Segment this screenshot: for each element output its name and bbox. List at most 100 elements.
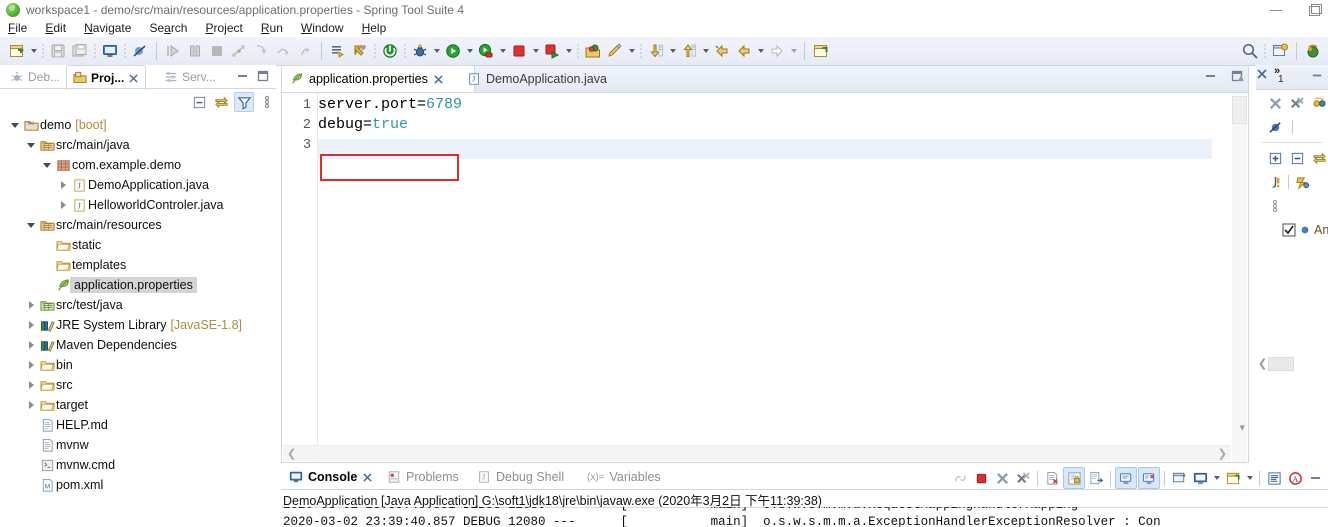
minimize-view-icon[interactable] xyxy=(1311,69,1324,82)
ansi-console-icon[interactable]: A xyxy=(1285,468,1305,488)
show-console-on-output-icon[interactable] xyxy=(1115,467,1137,489)
back-dropdown-arrow[interactable] xyxy=(755,40,766,62)
tree-item-helloworldcontroler-java[interactable]: J HelloworldControler.java xyxy=(0,195,276,215)
step-over-icon[interactable] xyxy=(272,40,294,62)
open-console-icon[interactable] xyxy=(1223,468,1243,488)
scroll-down-arrow-icon[interactable]: ▾ xyxy=(1239,421,1245,434)
back-icon[interactable] xyxy=(711,40,733,62)
chevron-down-icon[interactable] xyxy=(40,155,54,175)
next-annotation-dropdown-arrow[interactable] xyxy=(667,40,678,62)
perspective-java-icon[interactable] xyxy=(1302,40,1324,62)
tree-item-pom-xml[interactable]: M pom.xml xyxy=(0,475,276,495)
link-with-editor-icon[interactable] xyxy=(212,93,230,111)
close-icon[interactable] xyxy=(128,73,139,84)
project-tree[interactable]: MJ demo [boot] src/main/java com.example… xyxy=(0,115,276,525)
chevron-right-icon[interactable] xyxy=(56,175,70,195)
tab-servers[interactable]: Serv... xyxy=(158,65,222,89)
new-wizard-icon[interactable] xyxy=(6,40,28,62)
new-java-project-icon[interactable] xyxy=(810,40,832,62)
scroll-left-arrow-icon[interactable]: ❮ xyxy=(287,447,296,460)
step-return-icon[interactable] xyxy=(294,40,316,62)
previous-annotation-icon[interactable] xyxy=(678,40,700,62)
minimize-console-icon[interactable] xyxy=(1306,468,1326,488)
menu-file[interactable]: File xyxy=(8,21,27,35)
editor-code-area[interactable]: server.port=6789 debug=true xyxy=(318,93,1212,462)
tree-item-src[interactable]: src xyxy=(0,375,276,395)
run-last-tool-icon[interactable] xyxy=(327,40,349,62)
suspend-icon[interactable] xyxy=(184,40,206,62)
tab-problems[interactable]: Problems xyxy=(381,465,465,489)
tree-item-src-main-java[interactable]: src/main/java xyxy=(0,135,276,155)
save-all-icon[interactable] xyxy=(69,40,91,62)
open-console-arrow[interactable] xyxy=(1244,467,1255,489)
right-panel-scroll-thumb[interactable] xyxy=(1268,357,1294,371)
remove-launch-icon[interactable] xyxy=(992,468,1012,488)
new-window-icon[interactable] xyxy=(1269,40,1291,62)
menu-help[interactable]: Help xyxy=(362,21,387,35)
previous-annotation-dropdown-arrow[interactable] xyxy=(700,40,711,62)
tree-item-package-com-example-demo[interactable]: com.example.demo xyxy=(0,155,276,175)
chevron-right-icon[interactable] xyxy=(24,315,38,335)
step-into-icon[interactable] xyxy=(250,40,272,62)
add-java-exception-breakpoint-icon[interactable] xyxy=(1266,173,1284,191)
debug-dropdown-arrow[interactable] xyxy=(431,40,442,62)
chevron-right-icon[interactable] xyxy=(24,335,38,355)
menu-project[interactable]: Project xyxy=(205,21,242,35)
maximize-view-icon[interactable] xyxy=(254,67,272,85)
tree-item-mvnw[interactable]: mvnw xyxy=(0,435,276,455)
tree-item-jre-system-library[interactable]: JRE System Library [JavaSE-1.8] xyxy=(0,315,276,335)
run-as-dropdown-arrow[interactable] xyxy=(497,40,508,62)
skip-all-breakpoints-icon[interactable] xyxy=(129,40,151,62)
menu-edit[interactable]: Edit xyxy=(45,21,66,35)
minimize-editor-icon[interactable] xyxy=(1204,69,1218,83)
stop-dropdown-arrow[interactable] xyxy=(530,40,541,62)
collapse-all-icon[interactable] xyxy=(1288,149,1306,167)
tree-item-demoapplication-java[interactable]: J DemoApplication.java xyxy=(0,175,276,195)
tree-item-demo[interactable]: MJ demo [boot] xyxy=(0,115,276,135)
forward-dropdown-arrow[interactable] xyxy=(788,40,799,62)
tree-item-src-test-java[interactable]: src/test/java xyxy=(0,295,276,315)
tree-item-help-md[interactable]: HELP.md xyxy=(0,415,276,435)
scroll-lock-icon[interactable] xyxy=(1063,467,1085,489)
tree-item-maven-dependencies[interactable]: Maven Dependencies xyxy=(0,335,276,355)
close-icon[interactable] xyxy=(433,74,444,85)
new-wizard-dropdown-arrow[interactable] xyxy=(28,40,39,62)
tab-debug-shell[interactable]: J Debug Shell xyxy=(471,465,570,489)
open-task-icon[interactable] xyxy=(604,40,626,62)
run-as-icon[interactable] xyxy=(475,40,497,62)
word-wrap-icon[interactable] xyxy=(1086,468,1106,488)
breakpoint-checkbox[interactable] xyxy=(1282,223,1296,237)
show-console-on-error-icon[interactable] xyxy=(1138,467,1160,489)
menu-window[interactable]: Window xyxy=(301,21,344,35)
chevron-right-icon[interactable] xyxy=(24,375,38,395)
save-icon[interactable] xyxy=(47,40,69,62)
tree-item-mvnw-cmd[interactable]: mvnw.cmd xyxy=(0,455,276,475)
tree-item-src-main-resources[interactable]: src/main/resources xyxy=(0,215,276,235)
editor-tab-application-properties[interactable]: application.properties xyxy=(282,66,475,92)
terminate-icon[interactable] xyxy=(206,40,228,62)
editor-horizontal-scrollbar[interactable]: ❮ ❯ xyxy=(283,445,1231,461)
minimize-button[interactable] xyxy=(1270,4,1282,16)
next-annotation-icon[interactable] xyxy=(645,40,667,62)
chevron-down-icon[interactable] xyxy=(24,135,38,155)
minimize-view-icon[interactable] xyxy=(234,67,252,85)
tab-variables[interactable]: (x)= Variables xyxy=(581,465,667,489)
right-panel-horizontal-scrollbar[interactable]: ❮ xyxy=(1258,357,1328,391)
tree-item-static[interactable]: static xyxy=(0,235,276,255)
tab-project-explorer[interactable]: Proj... xyxy=(66,65,147,90)
chevron-right-icon[interactable] xyxy=(24,355,38,375)
clear-console-icon[interactable] xyxy=(1042,468,1062,488)
chevron-down-icon[interactable] xyxy=(24,215,38,235)
remove-breakpoint-icon[interactable] xyxy=(1266,94,1284,112)
boot-dashboard-icon[interactable] xyxy=(379,40,401,62)
menu-navigate[interactable]: Navigate xyxy=(84,21,131,35)
view-menu-icon[interactable] xyxy=(258,93,276,111)
terminate-icon[interactable] xyxy=(971,468,991,488)
display-selected-console-icon[interactable] xyxy=(1190,468,1210,488)
open-task-dropdown-arrow[interactable] xyxy=(626,40,637,62)
forward-icon[interactable] xyxy=(766,40,788,62)
skip-all-breakpoints-icon[interactable] xyxy=(1266,118,1284,136)
link-with-debug-view-icon[interactable] xyxy=(1310,149,1328,167)
open-console-icon[interactable] xyxy=(99,40,121,62)
remove-all-launches-icon[interactable] xyxy=(1013,468,1033,488)
